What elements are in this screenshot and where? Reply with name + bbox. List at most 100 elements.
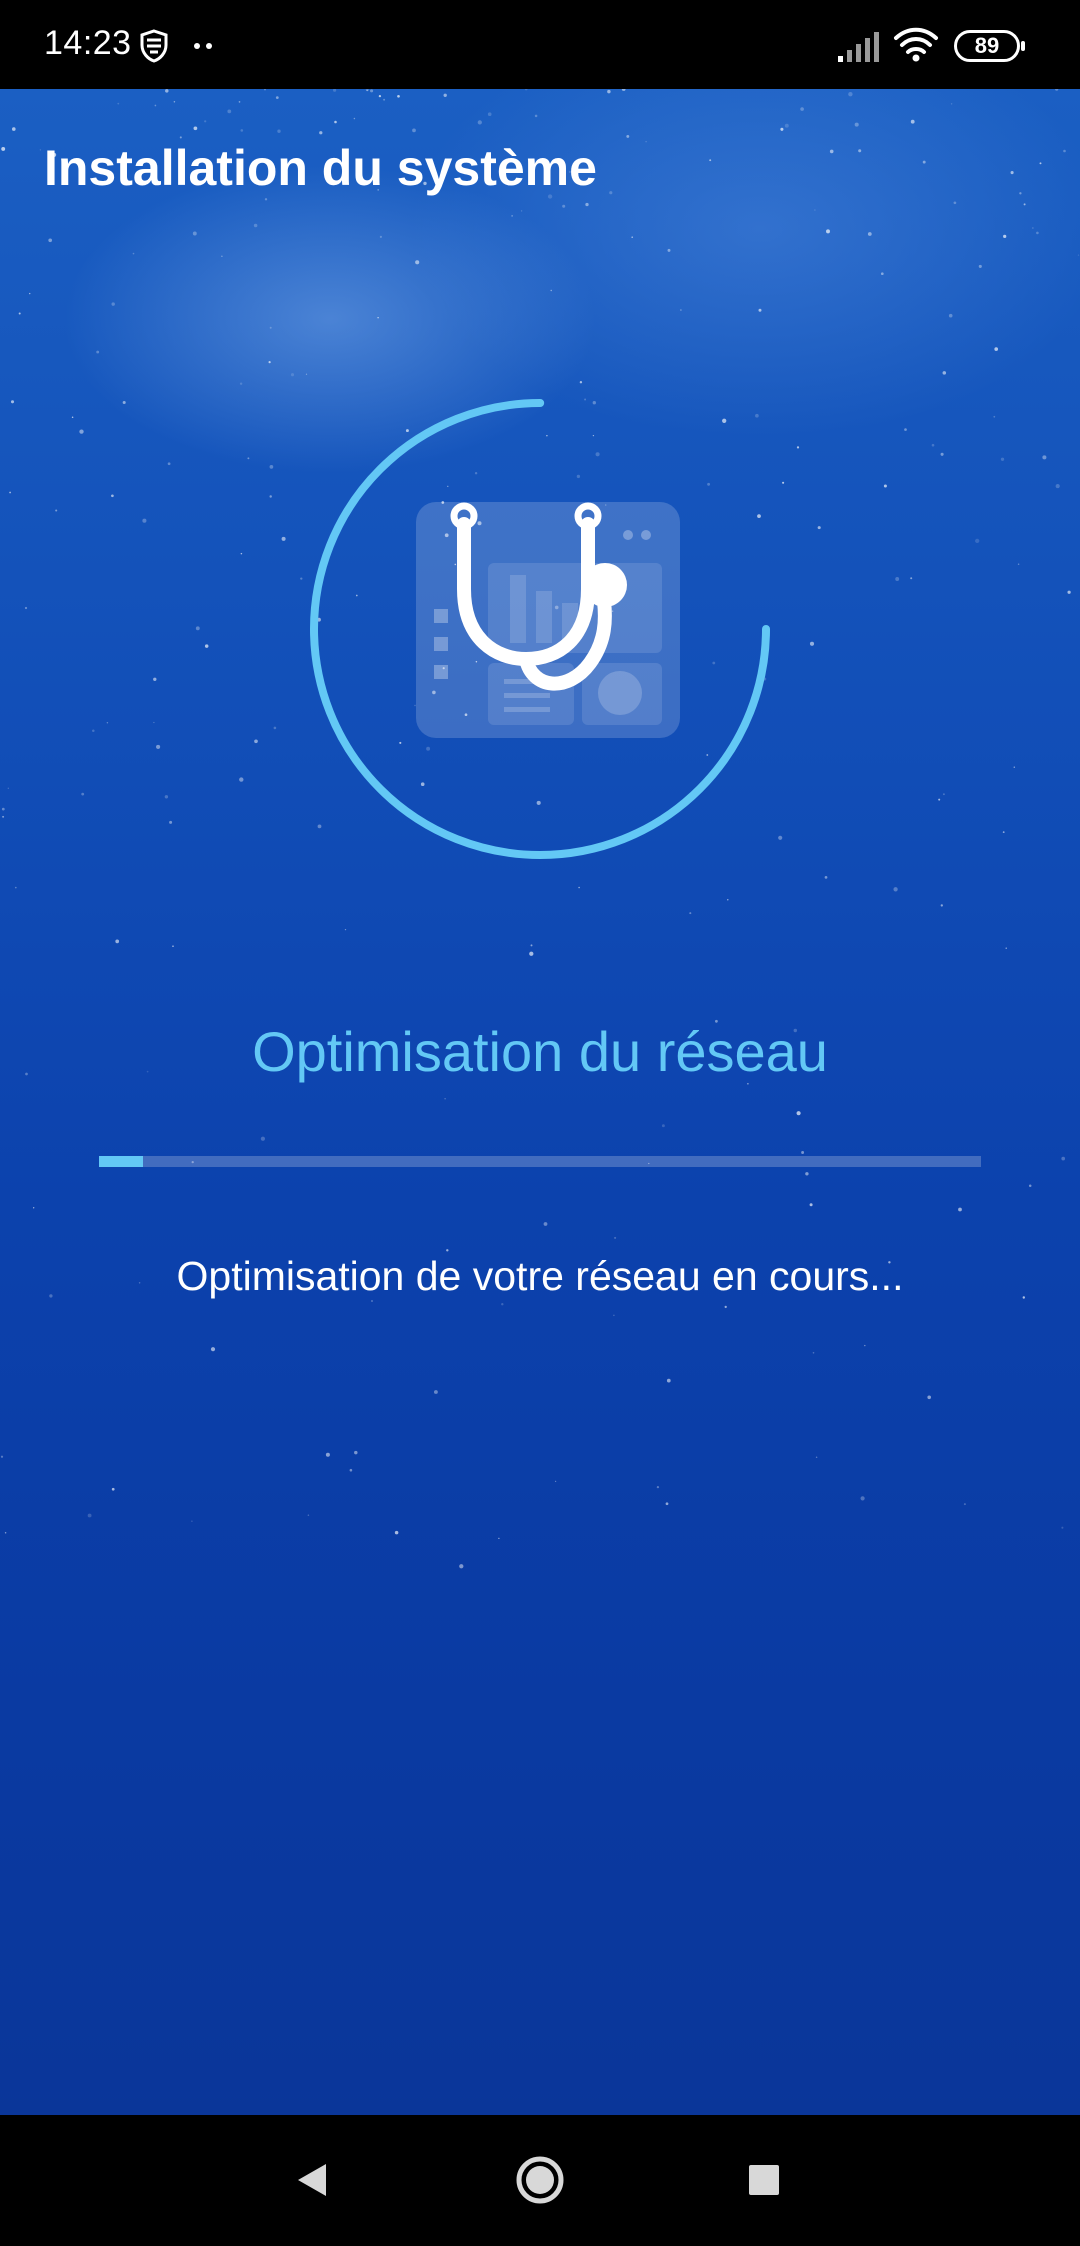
star: [645, 140, 647, 143]
star: [444, 1097, 446, 1100]
status-message: Optimisation de votre réseau en cours...: [176, 1253, 904, 1299]
star: [784, 123, 789, 128]
star: [809, 1203, 813, 1207]
home-icon[interactable]: [505, 2145, 575, 2215]
star: [264, 198, 268, 201]
star: [192, 231, 197, 236]
star: [938, 798, 941, 801]
star: [1063, 149, 1066, 153]
star: [709, 159, 712, 162]
star: [893, 887, 898, 892]
star: [578, 886, 580, 889]
star: [880, 272, 884, 276]
star: [607, 89, 611, 94]
star: [656, 1485, 660, 1489]
star: [1055, 484, 1060, 489]
navigation-bar: [0, 2115, 1080, 2246]
star: [727, 899, 729, 901]
star: [253, 223, 258, 228]
star: [1032, 227, 1034, 229]
status-time: 14:23: [44, 24, 132, 62]
star: [9, 491, 11, 494]
star: [758, 308, 762, 312]
star: [524, 89, 528, 91]
star: [614, 1236, 617, 1239]
star: [333, 89, 337, 92]
star: [910, 119, 915, 124]
star: [534, 114, 538, 118]
star: [1061, 1526, 1064, 1529]
star: [1000, 457, 1005, 461]
star: [96, 350, 100, 354]
star: [92, 729, 95, 733]
star: [167, 462, 171, 466]
star: [1067, 590, 1071, 594]
star: [191, 1520, 193, 1522]
star: [950, 103, 953, 105]
star: [975, 538, 980, 544]
star: [4, 1532, 7, 1534]
star: [796, 446, 800, 449]
star: [809, 641, 815, 646]
signal-icon: [838, 32, 879, 62]
star: [579, 381, 583, 384]
star: [39, 149, 42, 151]
star: [240, 129, 244, 132]
star: [1039, 162, 1042, 165]
star: [621, 89, 626, 91]
stethoscope-dashboard-icon: [416, 502, 680, 738]
star: [782, 481, 785, 484]
star: [397, 94, 400, 98]
back-icon[interactable]: [278, 2145, 348, 2215]
star: [87, 1513, 92, 1518]
star: [227, 109, 232, 114]
battery-icon: 89: [954, 30, 1025, 62]
star: [354, 1450, 358, 1455]
star: [305, 373, 308, 375]
main-content: Installation du système Optimisation du …: [0, 89, 1080, 2115]
star: [111, 302, 115, 306]
star: [443, 93, 447, 97]
shield-icon: [140, 29, 168, 63]
star: [156, 744, 161, 749]
star: [164, 795, 169, 799]
star: [281, 536, 286, 541]
star: [942, 371, 947, 375]
star: [394, 1530, 399, 1535]
star: [931, 443, 935, 447]
star: [153, 677, 157, 681]
star: [854, 122, 859, 127]
recents-icon[interactable]: [729, 2145, 799, 2215]
star: [307, 1514, 310, 1516]
star: [349, 1468, 353, 1472]
star: [666, 1378, 671, 1383]
star: [626, 134, 630, 138]
notification-dots-icon: [194, 43, 212, 49]
star: [826, 229, 830, 234]
star: [10, 400, 15, 404]
star: [412, 128, 416, 133]
star: [172, 945, 174, 948]
star: [12, 127, 16, 131]
star: [240, 552, 243, 555]
star: [48, 238, 53, 243]
battery-level: 89: [974, 33, 1000, 58]
star: [963, 1503, 966, 1506]
star: [661, 1124, 665, 1128]
star: [815, 1456, 818, 1458]
star: [2, 815, 5, 818]
star: [24, 606, 28, 610]
star: [154, 104, 157, 107]
star: [142, 518, 147, 523]
star: [631, 236, 634, 239]
star: [1013, 766, 1016, 769]
star: [550, 289, 552, 292]
star: [477, 120, 482, 125]
star: [942, 793, 945, 796]
star: [867, 232, 872, 236]
star: [680, 309, 682, 311]
star: [277, 129, 281, 133]
star: [948, 313, 953, 318]
star: [796, 1111, 801, 1116]
star: [238, 101, 241, 103]
